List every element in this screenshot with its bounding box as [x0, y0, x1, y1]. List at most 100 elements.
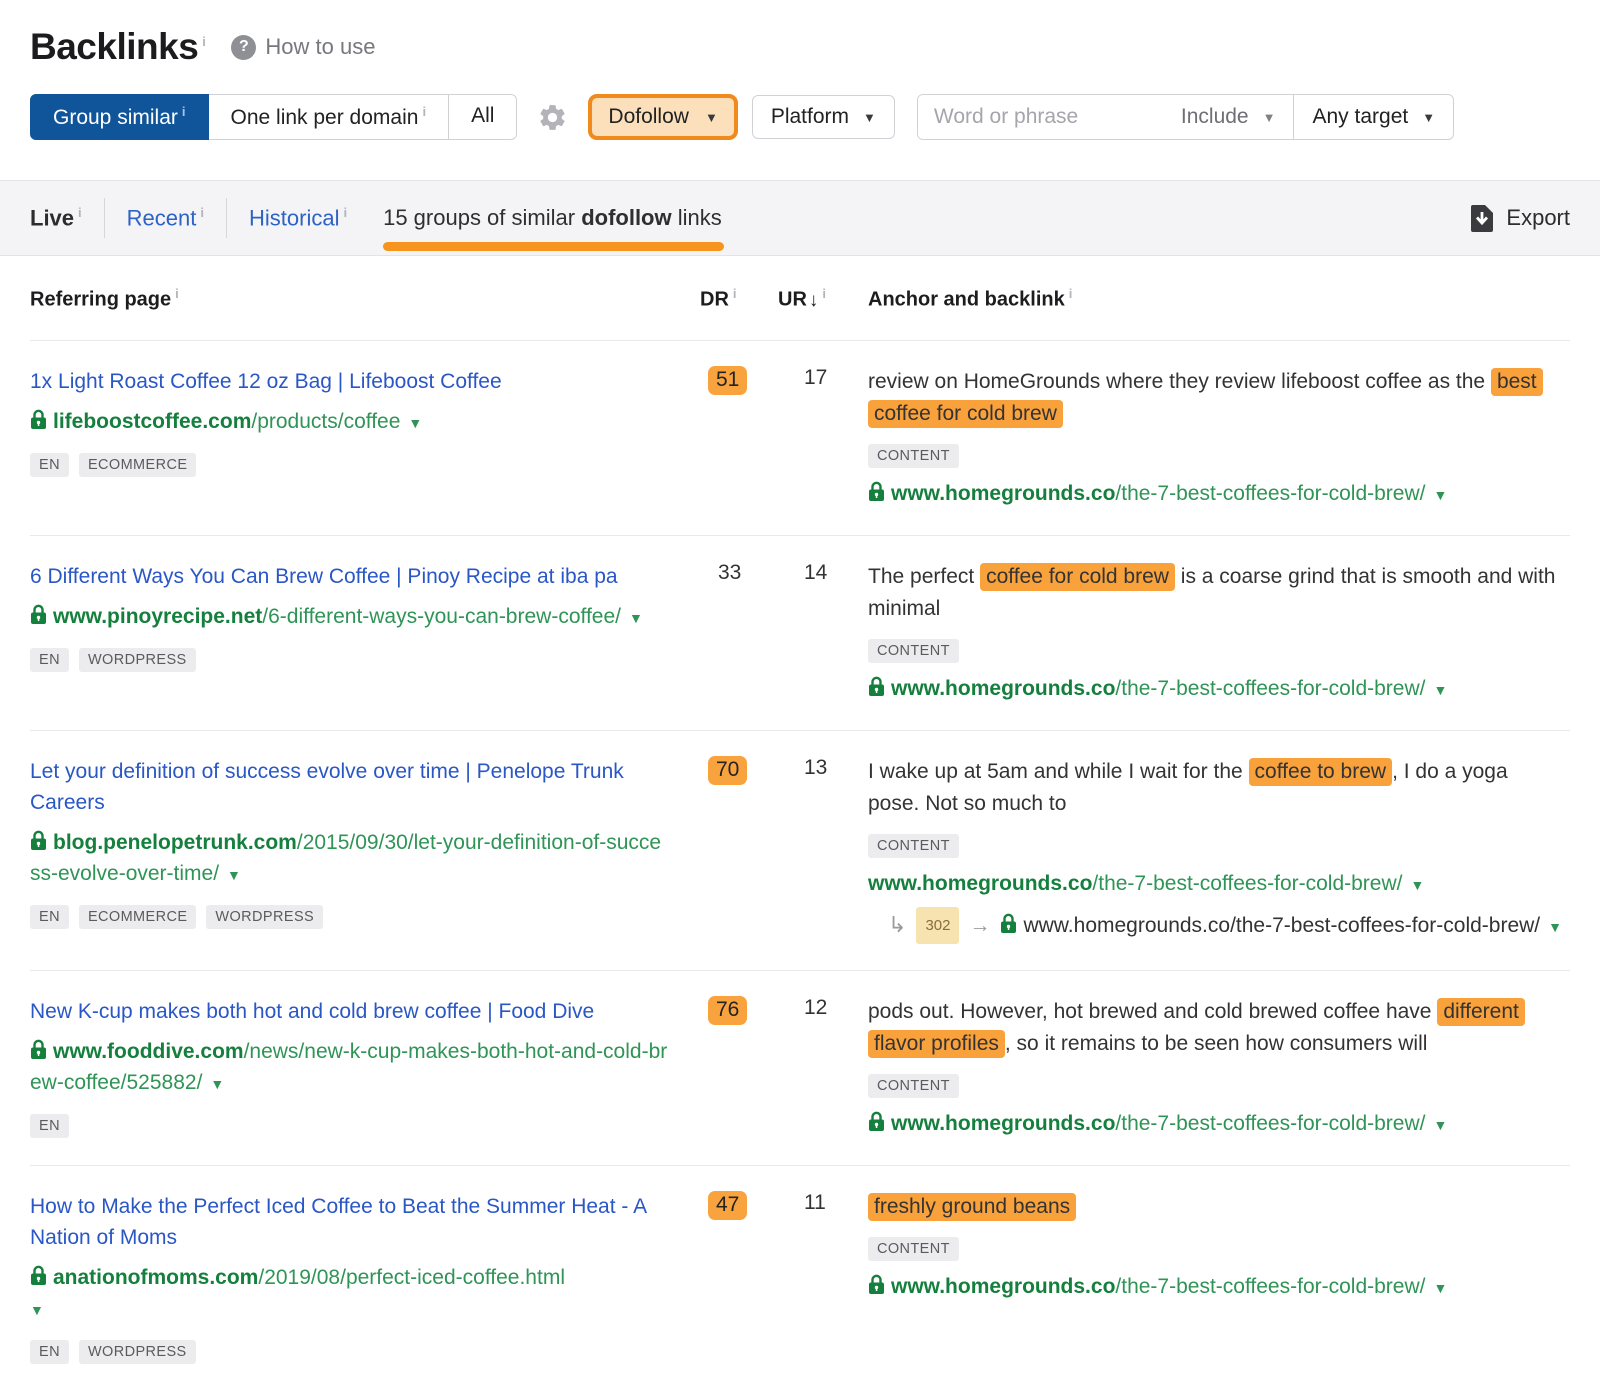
backlink-url[interactable]: www.homegrounds.co/the-7-best-coffees-fo…	[868, 673, 1563, 706]
group-similar-button[interactable]: Group similari	[30, 94, 209, 140]
expand-caret-icon[interactable]: ▼	[1433, 1117, 1447, 1133]
lock-icon	[30, 604, 47, 625]
include-dropdown[interactable]: Include▼	[1163, 95, 1294, 139]
anchor-cell: freshly ground beans CONTENT www.homegro…	[868, 1191, 1563, 1304]
how-to-use-link[interactable]: ? How to use	[231, 34, 375, 60]
expand-caret-icon[interactable]: ▼	[210, 1076, 224, 1092]
dofollow-filter-button[interactable]: Dofollow▼	[588, 94, 737, 140]
tag-badge: EN	[30, 648, 69, 672]
info-icon: i	[175, 286, 179, 301]
dr-value: 51	[708, 366, 747, 395]
referring-page-title-link[interactable]: 1x Light Roast Coffee 12 oz Bag | Lifebo…	[30, 366, 670, 397]
page-tags: EN	[30, 1114, 670, 1138]
ur-value: 17	[804, 366, 827, 389]
dr-cell: 47	[700, 1191, 778, 1220]
tag-badge: EN	[30, 905, 69, 929]
col-anchor-backlink[interactable]: Anchor and backlinki	[868, 286, 1570, 312]
tag-badge: EN	[30, 453, 69, 477]
referring-domain: lifeboostcoffee.com	[53, 410, 251, 433]
dr-cell: 33	[700, 561, 778, 585]
http-status-badge: 302	[916, 907, 959, 944]
referring-domain: www.pinoyrecipe.net	[53, 605, 262, 628]
anchor-highlight: freshly ground beans	[868, 1193, 1076, 1221]
col-dr[interactable]: DRi	[700, 286, 778, 312]
any-target-dropdown[interactable]: Any target▼	[1293, 95, 1453, 139]
all-button[interactable]: All	[448, 94, 517, 140]
referring-page-url[interactable]: blog.penelopetrunk.com/2015/09/30/let-yo…	[30, 827, 670, 891]
referring-page-title-link[interactable]: How to Make the Perfect Iced Coffee to B…	[30, 1191, 670, 1253]
backlink-url[interactable]: www.homegrounds.co/the-7-best-coffees-fo…	[868, 1271, 1563, 1304]
col-referring-page[interactable]: Referring pagei	[30, 286, 700, 312]
ur-cell: 11	[778, 1191, 868, 1215]
tag-badge: ECOMMERCE	[79, 453, 196, 477]
dr-value: 76	[708, 996, 747, 1025]
expand-caret-icon[interactable]: ▼	[1433, 682, 1447, 698]
dr-value: 33	[708, 561, 741, 585]
content-badge: CONTENT	[868, 444, 959, 468]
how-to-use-label: How to use	[265, 34, 375, 60]
redirect-target-path: /the-7-best-coffees-for-cold-brew/	[1230, 914, 1540, 937]
tab-bar: Livei Recenti Historicali 15 groups of s…	[0, 180, 1600, 256]
backlink-path: /the-7-best-coffees-for-cold-brew/	[1092, 872, 1402, 895]
lock-icon	[30, 1265, 47, 1286]
anchor-cell: The perfect coffee for cold brew is a co…	[868, 561, 1563, 706]
table-row: How to Make the Perfect Iced Coffee to B…	[30, 1165, 1570, 1388]
table-row: 1x Light Roast Coffee 12 oz Bag | Lifebo…	[30, 340, 1570, 535]
referring-domain: blog.penelopetrunk.com	[53, 831, 297, 854]
tag-badge: EN	[30, 1340, 69, 1364]
lock-icon	[30, 1039, 47, 1060]
expand-caret-icon[interactable]: ▼	[408, 415, 422, 431]
backlink-url[interactable]: www.homegrounds.co/the-7-best-coffees-fo…	[868, 868, 1563, 901]
anchor-text: The perfect coffee for cold brew is a co…	[868, 561, 1563, 625]
expand-caret-icon[interactable]: ▼	[629, 610, 643, 626]
referring-page-url[interactable]: www.fooddive.com/news/new-k-cup-makes-bo…	[30, 1036, 670, 1100]
word-or-phrase-filter: Include▼ Any target▼	[917, 94, 1454, 140]
referring-page-cell: New K-cup makes both hot and cold brew c…	[30, 996, 670, 1138]
backlink-path: /the-7-best-coffees-for-cold-brew/	[1115, 1275, 1425, 1298]
tab-recent[interactable]: Recenti	[127, 205, 204, 231]
backlink-domain: www.homegrounds.co	[891, 1275, 1115, 1298]
chevron-down-icon: ▼	[863, 110, 876, 125]
anchor-text: I wake up at 5am and while I wait for th…	[868, 756, 1563, 820]
expand-caret-icon[interactable]: ▼	[30, 1302, 44, 1318]
referring-page-url[interactable]: anationofmoms.com/2019/08/perfect-iced-c…	[30, 1262, 670, 1326]
expand-caret-icon[interactable]: ▼	[1433, 1280, 1447, 1296]
page-header: Backlinksi ? How to use	[0, 0, 1600, 68]
ur-value: 12	[804, 996, 827, 1019]
ur-cell: 13	[778, 756, 868, 780]
expand-caret-icon[interactable]: ▼	[1410, 877, 1424, 893]
referring-page-url[interactable]: lifeboostcoffee.com/products/coffee▼	[30, 406, 670, 439]
anchor-cell: review on HomeGrounds where they review …	[868, 366, 1563, 511]
export-button[interactable]: Export	[1470, 204, 1570, 233]
expand-caret-icon[interactable]: ▼	[1433, 487, 1447, 503]
tag-badge: ECOMMERCE	[79, 905, 196, 929]
expand-caret-icon[interactable]: ▼	[1548, 919, 1562, 935]
expand-caret-icon[interactable]: ▼	[227, 867, 241, 883]
col-ur[interactable]: UR↓i	[778, 286, 868, 312]
backlink-url[interactable]: www.homegrounds.co/the-7-best-coffees-fo…	[868, 478, 1563, 511]
redirect-target-domain: www.homegrounds.co	[1023, 914, 1230, 937]
backlink-url[interactable]: www.homegrounds.co/the-7-best-coffees-fo…	[868, 1108, 1563, 1141]
settings-gear-icon[interactable]	[537, 102, 568, 133]
one-link-per-domain-button[interactable]: One link per domaini	[208, 94, 450, 140]
info-icon[interactable]: i	[202, 34, 205, 49]
word-or-phrase-input[interactable]	[918, 95, 1163, 139]
referring-page-title-link[interactable]: New K-cup makes both hot and cold brew c…	[30, 996, 670, 1027]
referring-page-url[interactable]: www.pinoyrecipe.net/6-different-ways-you…	[30, 601, 670, 634]
backlink-path: /the-7-best-coffees-for-cold-brew/	[1115, 1112, 1425, 1135]
tab-live[interactable]: Livei	[30, 205, 82, 231]
info-icon: i	[1069, 286, 1073, 301]
table-row: 6 Different Ways You Can Brew Coffee | P…	[30, 535, 1570, 730]
tab-historical[interactable]: Historicali	[249, 205, 347, 231]
anchor-text: freshly ground beans	[868, 1191, 1563, 1223]
referring-page-title-link[interactable]: Let your definition of success evolve ov…	[30, 756, 670, 818]
referring-domain: www.fooddive.com	[53, 1040, 244, 1063]
info-icon: i	[78, 205, 82, 220]
referring-page-title-link[interactable]: 6 Different Ways You Can Brew Coffee | P…	[30, 561, 670, 592]
chevron-down-icon: ▼	[1422, 110, 1435, 125]
redirect-arrow-icon: ↳	[888, 912, 906, 937]
lock-icon	[868, 1111, 885, 1132]
anchor-highlight: coffee to brew	[1249, 758, 1393, 786]
tag-badge: WORDPRESS	[79, 648, 196, 672]
platform-filter-button[interactable]: Platform▼	[752, 95, 895, 139]
